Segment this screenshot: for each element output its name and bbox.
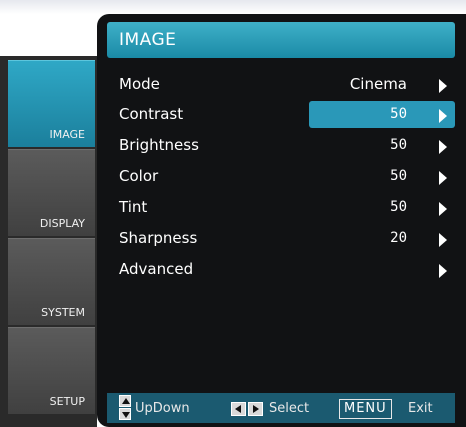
menu-item-sharpness[interactable]: Sharpness 20: [119, 226, 455, 252]
menu-item-value: Cinema: [349, 75, 407, 93]
hint-label: Exit: [408, 401, 433, 416]
footer-hint-bar: UpDown Select MENU Exit: [107, 393, 455, 423]
menu-item-tint[interactable]: Tint 50: [119, 195, 455, 221]
menu-item-label: Contrast: [119, 105, 184, 123]
tab-image[interactable]: IMAGE: [8, 60, 95, 147]
menu-header: IMAGE: [107, 22, 455, 58]
menu-item-value: 50: [390, 199, 407, 215]
menu-item-label: Mode: [119, 75, 160, 93]
tab-label: SYSTEM: [41, 306, 85, 319]
menu-item-value: 50: [390, 137, 407, 153]
chevron-right-icon[interactable]: [439, 233, 447, 247]
chevron-right-icon[interactable]: [439, 202, 447, 216]
tab-label: SETUP: [49, 395, 85, 408]
page-title: IMAGE: [119, 30, 177, 50]
sidebar: IMAGE DISPLAY SYSTEM SETUP: [0, 56, 97, 427]
menu-item-value: 50: [390, 168, 407, 184]
chevron-right-icon[interactable]: [439, 109, 447, 123]
background-blur: [0, 0, 466, 14]
chevron-right-icon[interactable]: [439, 140, 447, 154]
menu-item-brightness[interactable]: Brightness 50: [119, 133, 455, 159]
menu-item-advanced[interactable]: Advanced: [119, 257, 455, 283]
menu-item-contrast[interactable]: Contrast 50: [119, 102, 455, 128]
tab-label: IMAGE: [49, 128, 85, 141]
menu-item-mode[interactable]: Mode Cinema: [119, 72, 455, 98]
hint-label: UpDown: [135, 401, 190, 416]
menu-key-icon: MENU: [339, 399, 392, 419]
chevron-right-icon[interactable]: [439, 171, 447, 185]
menu-item-value: 50: [390, 106, 407, 122]
menu-item-color[interactable]: Color 50: [119, 164, 455, 190]
hint-label: Select: [269, 401, 310, 416]
tab-label: DISPLAY: [39, 217, 85, 230]
tab-setup[interactable]: SETUP: [8, 327, 95, 414]
tab-system[interactable]: SYSTEM: [8, 238, 95, 325]
chevron-right-icon[interactable]: [439, 79, 447, 93]
tab-display[interactable]: DISPLAY: [8, 149, 95, 236]
menu-item-value: 20: [390, 230, 407, 246]
menu-item-label: Tint: [119, 198, 148, 216]
menu-item-label: Color: [119, 167, 159, 185]
up-down-arrows-icon: [119, 395, 131, 421]
left-right-arrows-icon: [231, 402, 265, 416]
chevron-right-icon[interactable]: [439, 264, 447, 278]
menu-item-label: Sharpness: [119, 229, 198, 247]
menu-item-label: Advanced: [119, 260, 194, 278]
menu-item-label: Brightness: [119, 136, 199, 154]
